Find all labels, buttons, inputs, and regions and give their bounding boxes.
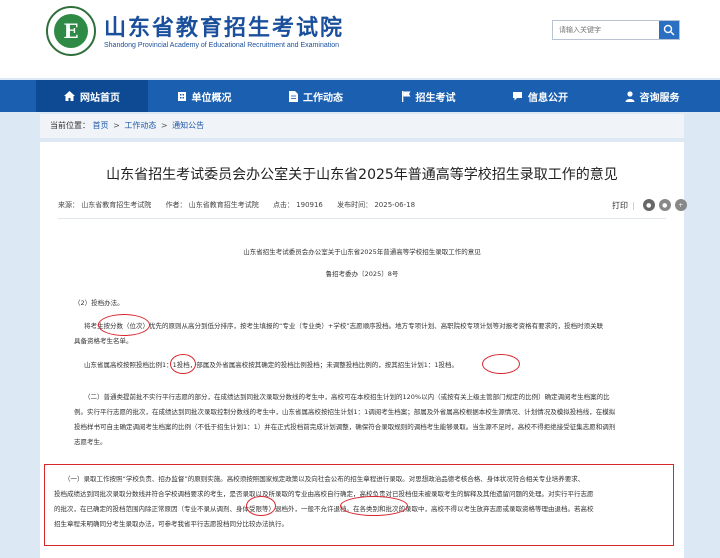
nav-label: 工作动态 — [303, 92, 343, 104]
logo-emblem: E — [54, 14, 88, 48]
breadcrumb-separator: > — [113, 121, 120, 130]
nav-item-about[interactable]: 单位概况 — [148, 80, 260, 112]
paragraph: （2）投档办法。 — [74, 299, 124, 307]
site-subtitle: Shandong Provincial Academy of Education… — [104, 42, 340, 49]
nav-label: 咨询服务 — [639, 92, 680, 104]
paragraph-line: 招生章程未明确同分考生录取办法，可参考我省平行志愿投档同分比较办法执行。 — [54, 520, 288, 528]
nav-item-disclosure[interactable]: 信息公开 — [484, 80, 596, 112]
breadcrumb: 当前位置： 首页 > 工作动态 > 通知公告 — [40, 114, 684, 138]
paragraph: （二）普通类提前批不实行平行志愿的部分，在成绩达到同批次录取分数线的考生中，高校… — [74, 390, 664, 450]
nav-label: 网站首页 — [80, 92, 120, 104]
article-tools: 打印 | ● ● + — [612, 199, 687, 211]
paragraph: 将考生按分数（位次）优先的原则从高分到低分排序，按考生填报的“专业（专业类）+学… — [74, 319, 664, 349]
breadcrumb-separator: > — [160, 121, 168, 130]
article-panel: 山东省招生考试委员会办公室关于山东省2025年普通高等学校招生录取工作的意见 来… — [40, 142, 687, 558]
more-share-icon[interactable]: + — [674, 199, 687, 211]
article-title: 山东省招生考试委员会办公室关于山东省2025年普通高等学校招生录取工作的意见 — [106, 167, 618, 183]
paragraph-line: 投档样书可自主确定调阅考生档案的比例（不低于招生计划1：1）并在正式投档前完成计… — [74, 423, 616, 431]
search-icon — [663, 24, 675, 36]
chat-icon — [513, 92, 522, 101]
site-title: 山东省教育招生考试院 — [104, 16, 345, 41]
search-button[interactable] — [659, 21, 679, 39]
print-button[interactable]: 打印 — [612, 200, 628, 211]
nav-item-home[interactable]: 网站首页 — [36, 80, 148, 112]
breadcrumb-prefix: 当前位置： — [50, 121, 90, 130]
article-meta: 来源： 山东省教育招生考试院 作者： 山东省教育招生考试院 点击： 190916… — [58, 200, 427, 210]
building-icon — [177, 92, 186, 101]
paragraph-line: （二）普通类提前批不实行平行志愿的部分，在成绩达到同批次录取分数线的考生中，高校… — [84, 393, 610, 401]
paragraph-line: 将考生按分数（位次）优先的原则从高分到低分排序，按考生填报的“专业（专业类）+学… — [84, 322, 604, 330]
site-header: E 山东省教育招生考试院 Shandong Provincial Academy… — [0, 0, 720, 78]
paragraph-line: 例。实行平行志愿的批次，在成绩达到同批次录取控制分数线的考生中，山东省属高校按招… — [74, 408, 616, 416]
nav-label: 招生考试 — [415, 92, 456, 104]
paragraph-line: 投档成绩达到同批次录取分数线并符合学校调档要求的考生，是否录取以及所录取的专业由… — [54, 490, 594, 498]
wechat-share-icon[interactable]: ● — [642, 199, 655, 211]
breadcrumb-notices[interactable]: 通知公告 — [172, 121, 204, 130]
paragraph-line: 的批次，在已确定的投档范围内除正常原因（专业不录从调剂、身体受限等）退档外，一般… — [54, 505, 594, 513]
divider — [58, 218, 666, 219]
meta-source: 来源： 山东省教育招生考试院 — [58, 201, 152, 209]
breadcrumb-home[interactable]: 首页 — [93, 121, 109, 130]
nav-label: 单位概况 — [191, 92, 232, 104]
nav-label: 信息公开 — [528, 92, 568, 104]
document-icon — [289, 90, 298, 102]
paragraph: （一）录取工作按照“学校负责、招办监督”的原则实施。高校须按照国家规定政策以及向… — [54, 472, 664, 532]
weibo-share-icon[interactable]: ● — [658, 199, 671, 211]
nav-item-exams[interactable]: 招生考试 — [372, 80, 484, 112]
paragraph-line: （一）录取工作按照“学校负责、招办监督”的原则实施。高校须按照国家规定政策以及向… — [64, 475, 585, 483]
breadcrumb-news[interactable]: 工作动态 — [124, 121, 156, 130]
paragraph-line: 志愿考生。 — [74, 438, 107, 446]
paragraph: 山东省属高校按照投档比例1：1投档，部属及外省属高校按其确定的投档比例投档；未调… — [84, 361, 459, 369]
meta-date: 发布时间： 2025-06-18 — [337, 201, 416, 209]
meta-clicks: 点击： 190916 — [272, 201, 323, 209]
search-input[interactable] — [553, 21, 661, 39]
home-icon — [64, 91, 75, 101]
flag-icon — [401, 90, 410, 102]
search-box — [552, 20, 680, 40]
meta-author: 作者： 山东省教育招生考试院 — [165, 201, 259, 209]
site-logo[interactable]: E — [46, 6, 96, 56]
document-heading: 山东省招生考试委员会办公室关于山东省2025年普通高等学校招生录取工作的意见 — [243, 248, 481, 256]
person-icon — [625, 90, 634, 102]
paragraph-line: 具备资格考生名单。 — [74, 337, 133, 345]
nav-item-consult[interactable]: 咨询服务 — [596, 80, 708, 112]
nav-item-news[interactable]: 工作动态 — [260, 80, 372, 112]
main-nav: 网站首页 单位概况 工作动态 招生考试 信息公开 咨询服务 — [0, 80, 720, 112]
document-number: 鲁招考委办〔2025〕8号 — [325, 270, 399, 278]
